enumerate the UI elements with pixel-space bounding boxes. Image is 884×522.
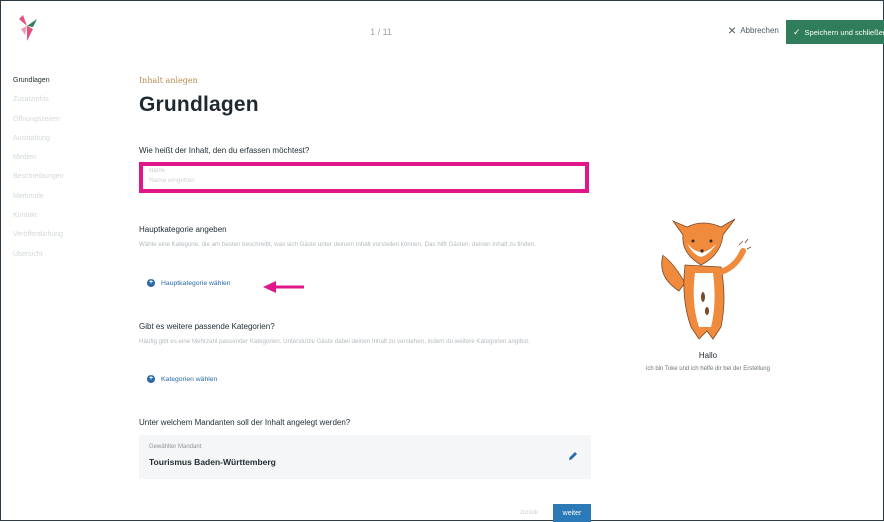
client-question: Unter welchem Mandanten soll der Inhalt … [139, 418, 351, 427]
name-field-label: Name [149, 168, 166, 174]
fox-mascot-illustration [661, 218, 752, 340]
top-bar: 1 / 11 × Abbrechen ✓ Speichern und schli… [1, 1, 884, 63]
client-card: Gewählter Mandant Tourismus Baden-Württe… [139, 435, 591, 479]
choose-categories-label: Kategorien wählen [161, 375, 218, 383]
choose-main-category-button[interactable]: + Hauptkategorie wählen [147, 279, 231, 287]
name-question: Wie heißt der Inhalt, den du erfassen mö… [139, 146, 310, 155]
sidebar-item-beschreibungen[interactable]: Beschreibungen [13, 171, 103, 190]
next-button[interactable]: weiter [553, 504, 591, 522]
sidebar-item-merkmale[interactable]: Merkmale [13, 191, 103, 210]
arrow-left-icon [263, 281, 304, 293]
main-category-description: Wähle eine Kategorie, die am besten besc… [139, 241, 536, 248]
page-title: Grundlagen [139, 93, 259, 116]
sidebar-item-oeffnungszeiten[interactable]: Öffnungszeiten [13, 114, 103, 133]
more-categories-title: Gibt es weitere passende Kategorien? [139, 322, 275, 331]
pencil-icon[interactable] [567, 450, 579, 462]
sidebar-item-grundlagen[interactable]: Grundlagen [13, 75, 103, 94]
sidebar-item-zusatzinfos[interactable]: Zusatzinfos [13, 94, 103, 113]
eyebrow-label: Inhalt anlegen [139, 76, 198, 85]
sidebar-item-uebersicht[interactable]: Übersicht [13, 249, 103, 268]
name-field[interactable]: Name [139, 162, 589, 193]
save-label: Speichern und schließen [804, 27, 884, 37]
save-icon: ✓ [793, 26, 801, 37]
sidebar-item-medien[interactable]: Medien [13, 152, 103, 171]
choose-categories-button[interactable]: + Kategorien wählen [147, 375, 217, 383]
back-button[interactable]: zurück [509, 504, 549, 522]
cancel-button[interactable]: × Abbrechen [728, 22, 779, 38]
sidebar-item-ausstattung[interactable]: Ausstattung [13, 133, 103, 152]
client-label: Gewählter Mandant [149, 444, 202, 450]
plus-circle-icon: + [147, 375, 155, 383]
client-value: Tourismus Baden-Württemberg [149, 457, 276, 467]
name-input[interactable] [149, 177, 569, 184]
sidebar-nav: Grundlagen Zusatzinfos Öffnungszeiten Au… [13, 75, 103, 268]
sidebar-item-veroeffentlichung[interactable]: Veröffentlichung [13, 229, 103, 248]
close-icon: × [728, 22, 737, 38]
sidebar-item-kontakt[interactable]: Kontakt [13, 210, 103, 229]
cancel-label: Abbrechen [740, 25, 779, 35]
logo-icon [19, 15, 37, 41]
helper-greeting: Hallo [698, 351, 718, 360]
helper-intro: ich bin Toke und ich helfe dir bei der E… [646, 366, 770, 372]
choose-main-category-label: Hauptkategorie wählen [161, 279, 231, 287]
step-indicator: 1 / 11 [370, 27, 392, 37]
plus-circle-icon: + [147, 279, 155, 287]
save-and-close-button[interactable]: ✓ Speichern und schließen [786, 20, 884, 44]
main-category-title: Hauptkategorie angeben [139, 225, 227, 234]
more-categories-description: Häufig gibt es eine Mehrzahl passender K… [139, 338, 530, 345]
